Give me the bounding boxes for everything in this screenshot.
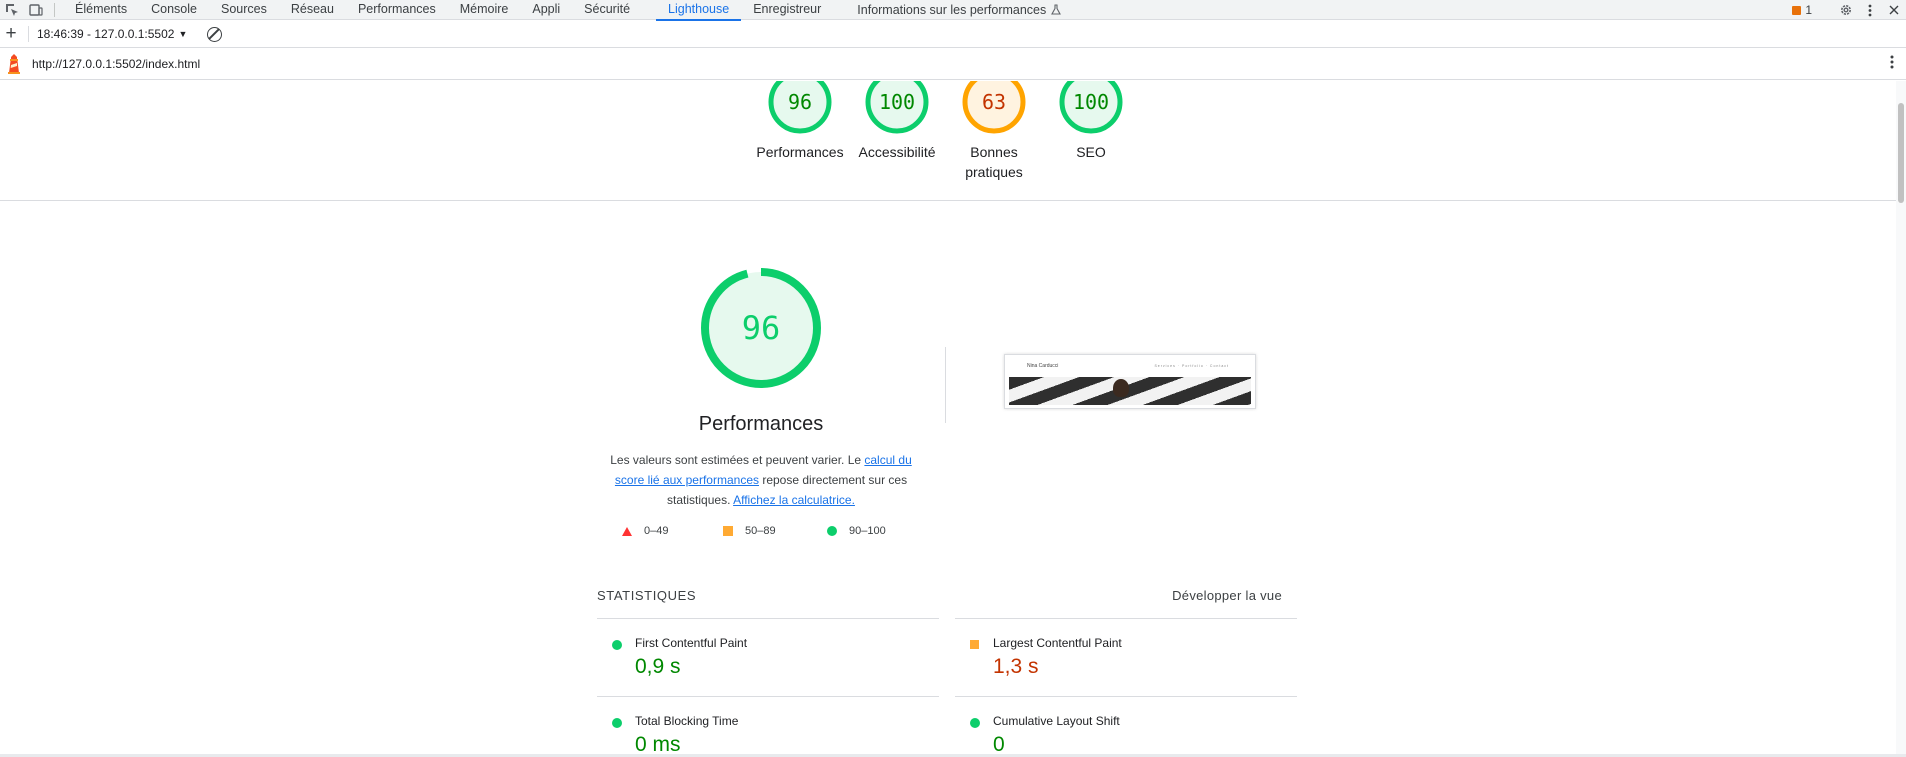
report-content[interactable]: 96 Performances 100 Accessibilité 63 Bon… [0,81,1896,757]
gauge-label: Accessibilité [858,144,936,160]
metric-title: First Contentful Paint [635,636,748,650]
kebab-menu-icon[interactable] [1858,0,1882,20]
clear-reports-icon[interactable] [207,26,223,42]
tab-performance-insights[interactable]: Informations sur les performances [845,0,1073,20]
toolbar-divider [28,26,29,42]
report-url[interactable]: http://127.0.0.1:5502/index.html [32,57,200,71]
screenshot-nav: Services · Portfolio · Contact [1154,364,1229,368]
issues-count: 1 [1805,3,1812,17]
report-selector-label: 18:46:39 - 127.0.0.1:5502 [37,27,175,41]
gauge-score: 100 [1072,90,1110,114]
new-report-icon[interactable]: + [0,24,22,44]
average-square-icon [970,640,979,649]
final-screenshot-thumbnail[interactable]: Nina Carducci Services · Portfolio · Con… [1004,354,1256,409]
report-url-bar: http://127.0.0.1:5502/index.html [0,49,1906,80]
section-divider [945,347,946,423]
close-icon[interactable] [1882,0,1906,20]
metric-fcp: First Contentful Paint 0,9 s [597,618,939,696]
pass-circle-icon [612,718,622,728]
issue-flag-icon [1792,5,1802,15]
tab-recorder[interactable]: Enregistreur [741,0,833,20]
calculator-link[interactable]: Affichez la calculatrice. [733,493,855,507]
tab-performance[interactable]: Performances [346,0,448,20]
tab-application[interactable]: Appli [520,0,572,20]
vertical-scrollbar[interactable] [1896,81,1906,757]
gauge-label: Performances [756,144,844,160]
screenshot-hero-image [1009,377,1251,405]
gauge-score: 100 [878,90,916,114]
tab-elements[interactable]: Éléments [63,0,139,20]
legend-average: 50–89 [723,525,776,537]
metric-lcp: Largest Contentful Paint 1,3 s [955,618,1297,696]
category-gauges-header: 96 Performances 100 Accessibilité 63 Bon… [0,81,1896,201]
legend-label: 90–100 [849,525,886,537]
chevron-down-icon: ▼ [178,29,188,39]
legend-pass: 90–100 [827,525,886,537]
gauge-score: 96 [787,90,813,114]
metric-value: 0,9 s [635,655,681,678]
gauge-score: 63 [981,90,1007,114]
tab-performance-insights-label: Informations sur les performances [857,2,1047,17]
toolbar-divider [54,2,55,17]
tab-console[interactable]: Console [139,0,209,20]
performance-title: Performances [698,413,824,435]
legend-label: 50–89 [745,525,776,537]
performance-description: Les valeurs sont estimées et peuvent var… [602,450,920,510]
description-text: Les valeurs sont estimées et peuvent var… [610,453,865,467]
legend-fail: 0–49 [622,525,668,537]
fail-triangle-icon [622,526,632,536]
tab-security[interactable]: Sécurité [572,0,642,20]
devtools-tab-bar: Éléments Console Sources Réseau Performa… [0,0,1906,21]
pass-circle-icon [612,640,622,650]
average-square-icon [723,526,733,536]
screenshot-site-title: Nina Carducci [1027,363,1059,369]
gauge-label: Bonnes pratiques [965,144,1023,180]
pass-circle-icon [970,718,980,728]
gauge-label: SEO [1076,144,1106,160]
statistics-heading: STATISTIQUES [597,588,697,603]
report-selector[interactable]: 18:46:39 - 127.0.0.1:5502 ▼ [37,27,187,41]
metric-title: Total Blocking Time [635,714,739,728]
experiment-icon [1051,4,1062,15]
tab-memory[interactable]: Mémoire [448,0,521,20]
metric-value: 1,3 s [993,655,1039,678]
metric-cls: Cumulative Layout Shift 0 [955,696,1297,757]
lighthouse-logo-icon [8,54,20,74]
tab-lighthouse[interactable]: Lighthouse [656,0,742,21]
scrollbar-thumb[interactable] [1898,103,1904,203]
tab-sources[interactable]: Sources [209,0,279,20]
metric-title: Cumulative Layout Shift [993,714,1120,728]
gear-icon[interactable] [1834,0,1858,20]
issues-counter[interactable]: 1 [1792,3,1812,17]
metric-title: Largest Contentful Paint [993,636,1122,650]
device-toolbar-icon[interactable] [24,0,48,20]
gauge-seo[interactable]: 100 SEO [1043,81,1139,162]
gauge-accessibility[interactable]: 100 Accessibilité [849,81,945,162]
metric-tbt: Total Blocking Time 0 ms [597,696,939,757]
tab-network[interactable]: Réseau [279,0,346,20]
pass-circle-icon [827,526,837,536]
gauge-best-practices[interactable]: 63 Bonnes pratiques [946,81,1042,182]
performance-score-gauge: 96 [698,265,824,391]
expand-view-toggle[interactable]: Développer la vue [1100,588,1282,603]
devtools-right-controls: 1 [1792,0,1906,20]
performance-score-value: 96 [741,309,781,347]
report-menu-icon[interactable] [1890,55,1894,73]
inspect-element-icon[interactable] [0,0,24,20]
lighthouse-toolbar: + 18:46:39 - 127.0.0.1:5502 ▼ [0,21,1906,48]
screenshot-portrait [1113,379,1129,397]
gauge-performance[interactable]: 96 Performances [752,81,848,162]
legend-label: 0–49 [644,525,669,537]
